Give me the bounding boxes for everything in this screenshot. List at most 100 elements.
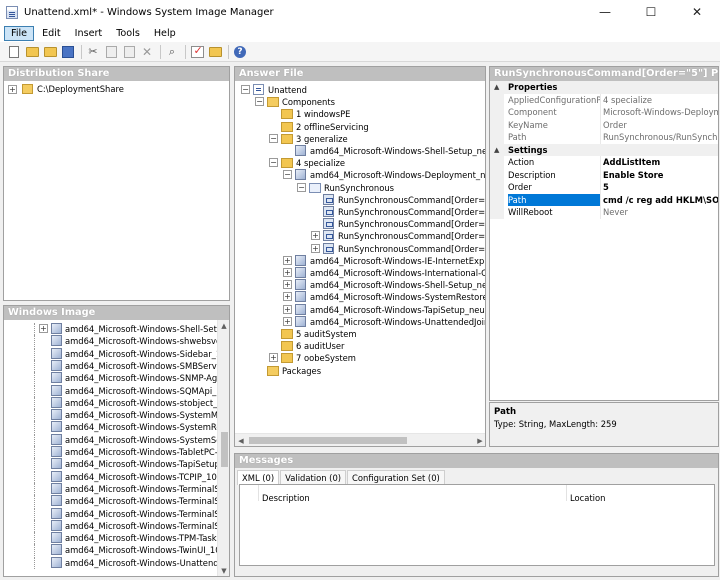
expand-icon[interactable]: − [283,170,292,180]
windows-image-item[interactable]: amd64_Microsoft-Windows-SystemSetting [65,434,217,446]
find-icon[interactable]: ⌕ [164,44,180,60]
paste-icon[interactable] [121,44,137,60]
windows-image-item[interactable]: amd64_Microsoft-Windows-TabletPC-Plat [65,446,217,458]
windows-image-item[interactable]: amd64_Microsoft-Windows-TerminalServi [65,483,217,495]
property-category[interactable]: ▲ Settings [490,143,718,157]
windows-image-item[interactable]: amd64_Microsoft-Windows-shwebsvc_10. [65,335,217,347]
expand-icon[interactable]: + [283,280,292,290]
scroll-down-arrow-icon[interactable]: ▼ [218,567,229,575]
windows-image-item[interactable]: amd64_Microsoft-Windows-TerminalServi [65,508,217,520]
column-location[interactable]: Location [570,493,605,503]
close-button[interactable]: ✕ [674,0,720,24]
maximize-button[interactable]: ☐ [628,0,674,24]
scroll-left-arrow-icon[interactable]: ◀ [235,437,247,445]
menu-tools[interactable]: Tools [110,27,146,40]
windows-image-item[interactable]: amd64_Microsoft-Windows-SNMP-Agent- [65,372,217,384]
expand-icon[interactable]: + [39,324,48,333]
expand-icon[interactable]: + [283,292,292,302]
menu-edit[interactable]: Edit [36,27,67,40]
property-row[interactable]: Action AddListItem [490,156,718,169]
distribution-share-item[interactable]: C:\DeploymentShare [37,83,124,95]
windows-image-item[interactable]: amd64_Microsoft-Windows-TerminalServi [65,495,217,507]
menu-help[interactable]: Help [148,27,182,40]
expand-icon[interactable]: + [283,255,292,265]
answer-file-node[interactable]: RunSynchronousCommand[Order="1"] [338,194,485,206]
windows-image-item[interactable]: amd64_Microsoft-Windows-TwinUI_10.0. [65,544,217,556]
cut-icon[interactable]: ✂ [85,44,101,60]
collapse-icon[interactable]: ▲ [494,144,499,157]
windows-image-item[interactable]: amd64_Microsoft-Windows-TapiSetup_10 [65,458,217,470]
validate-icon[interactable] [189,44,205,60]
answer-file-node[interactable]: amd64_Microsoft-Windows-IE-InternetExplo… [310,255,485,267]
windows-image-item[interactable]: amd64_Microsoft-Windows-Shell-Setup_1 [65,323,217,335]
property-value[interactable]: Enable Store [600,168,718,181]
property-value[interactable]: AddListItem [600,156,718,169]
answer-file-node[interactable]: RunSynchronousCommand[Order="5"] [338,243,485,255]
answer-file-node[interactable]: amd64_Microsoft-Windows-Deployment_neutr… [310,169,485,181]
open-folder-icon[interactable] [24,44,40,60]
create-config-set-icon[interactable] [207,44,223,60]
windows-image-vscroll[interactable]: ▲ ▼ [217,320,229,576]
property-value[interactable]: 5 [600,181,718,194]
property-row[interactable]: KeyName Order [490,118,718,131]
expand-icon[interactable]: − [269,133,278,143]
new-answer-file-icon[interactable] [6,44,22,60]
windows-image-item[interactable]: amd64_Microsoft-Windows-UnattendedJoi [65,557,217,569]
answer-file-hscroll[interactable]: ◀ ▶ [235,433,485,446]
answer-file-node[interactable]: 2 offlineServicing [296,121,369,133]
answer-file-node[interactable]: RunSynchronousCommand[Order="3"] [338,218,485,230]
answer-file-node[interactable]: RunSynchronousCommand[Order="2"] [338,206,485,218]
windows-image-item[interactable]: amd64_Microsoft-Windows-SQMApi_10.0 [65,385,217,397]
windows-image-item[interactable]: amd64_Microsoft-Windows-stobject_10.0 [65,397,217,409]
answer-file-node[interactable]: amd64_Microsoft-Windows-SystemRestore-Ma… [310,291,485,303]
answer-file-node[interactable]: amd64_Microsoft-Windows-Shell-Setup_neut… [310,279,485,291]
answer-file-node[interactable]: Unattend [268,84,307,96]
answer-file-node[interactable]: RunSynchronousCommand[Order="4"] [338,230,485,242]
property-row[interactable]: Pathcmd /c reg add HKLM\SOFTWARE [490,193,718,206]
windows-image-item[interactable]: amd64_Microsoft-Windows-SystemRestor [65,421,217,433]
expand-icon[interactable]: + [283,304,292,314]
scroll-right-arrow-icon[interactable]: ▶ [474,437,485,445]
answer-file-node[interactable]: 6 auditUser [296,340,344,352]
answer-file-node[interactable]: 3 generalize [296,133,348,145]
property-value[interactable]: cmd /c reg add HKLM\SOFTWARE [600,193,718,206]
property-row[interactable]: Path RunSynchronous/RunSynchronous [490,131,718,144]
property-row[interactable]: Description Enable Store [490,168,718,181]
property-row[interactable]: WillReboot Never [490,206,718,219]
expand-icon[interactable]: + [8,85,17,94]
delete-icon[interactable]: ✕ [139,44,155,60]
answer-file-node[interactable]: RunSynchronous [324,182,394,194]
expand-icon[interactable]: + [269,353,278,363]
property-row[interactable]: AppliedConfigurationPass4 specialize [490,93,718,106]
windows-image-item[interactable]: amd64_Microsoft-Windows-TPM-Tasks_1 [65,532,217,544]
save-icon[interactable] [60,44,76,60]
expand-icon[interactable]: + [283,316,292,326]
answer-file-node[interactable]: 4 specialize [296,157,345,169]
answer-file-node[interactable]: amd64_Microsoft-Windows-Shell-Setup_neut… [310,145,485,157]
windows-image-item[interactable]: amd64_Microsoft-Windows-Sidebar_10.0 [65,348,217,360]
answer-file-node[interactable]: amd64_Microsoft-Windows-UnattendedJoin_n… [310,316,485,328]
tab-configuration-set[interactable]: Configuration Set (0) [347,470,445,485]
tab-validation[interactable]: Validation (0) [280,470,347,485]
scroll-up-arrow-icon[interactable]: ▲ [218,322,229,330]
expand-icon[interactable]: − [241,85,250,94]
windows-image-item[interactable]: amd64_Microsoft-Windows-SMBServer_1 [65,360,217,372]
windows-image-item[interactable]: amd64_Microsoft-Windows-TCPIP_10.0.1 [65,471,217,483]
scroll-thumb[interactable] [221,432,228,467]
help-icon[interactable]: ? [232,44,248,60]
collapse-icon[interactable]: ▲ [494,81,499,94]
answer-file-node[interactable]: 1 windowsPE [296,108,350,120]
windows-image-item[interactable]: amd64_Microsoft-Windows-SystemMainte [65,409,217,421]
menu-insert[interactable]: Insert [69,27,109,40]
menu-file[interactable]: File [4,25,35,41]
open-distribution-share-icon[interactable] [42,44,58,60]
property-row[interactable]: Order 5 [490,181,718,194]
property-row[interactable]: Component Microsoft-Windows-Deployment [490,106,718,119]
expand-icon[interactable]: − [297,182,306,192]
answer-file-node[interactable]: 5 auditSystem [296,328,357,340]
scroll-thumb[interactable] [249,437,407,444]
minimize-button[interactable]: — [582,0,628,24]
expand-icon[interactable]: − [255,97,264,107]
expand-icon[interactable]: + [283,268,292,277]
column-description[interactable]: Description [262,493,310,503]
